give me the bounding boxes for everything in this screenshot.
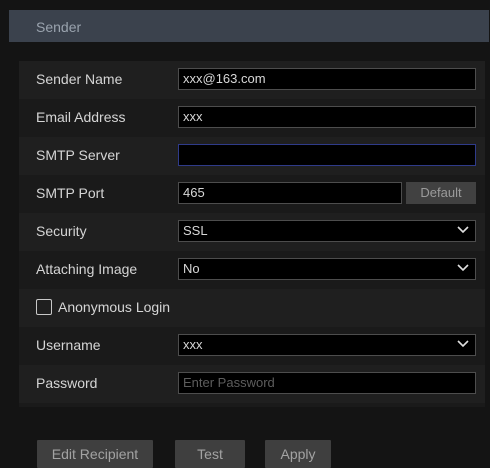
smtp-port-label: SMTP Port [36, 185, 105, 201]
password-label: Password [36, 375, 98, 391]
chevron-down-icon [457, 226, 469, 234]
edit-recipient-button[interactable]: Edit Recipient [37, 440, 153, 468]
security-select[interactable]: SSL [178, 220, 476, 242]
smtp-port-input[interactable]: 465 [178, 182, 402, 204]
default-port-button[interactable]: Default [406, 182, 476, 204]
security-value: SSL [183, 223, 208, 238]
username-row: Username xxx [19, 327, 485, 365]
email-address-row: Email Address xxx [19, 99, 485, 137]
anonymous-login-label[interactable]: Anonymous Login [58, 299, 170, 315]
attaching-image-row: Attaching Image No [19, 251, 485, 289]
chevron-down-icon [457, 264, 469, 272]
username-value: xxx [183, 337, 203, 352]
attaching-image-value: No [183, 261, 200, 276]
smtp-server-input[interactable] [178, 144, 476, 166]
security-label: Security [36, 223, 87, 239]
sender-name-label: Sender Name [36, 71, 123, 87]
smtp-port-row: SMTP Port 465 Default [19, 175, 485, 213]
password-input[interactable]: Enter Password [178, 372, 476, 394]
anonymous-login-row: Anonymous Login [19, 289, 485, 327]
email-address-input[interactable]: xxx [178, 106, 476, 128]
email-address-label: Email Address [36, 109, 126, 125]
chevron-down-icon [457, 340, 469, 348]
password-row: Password Enter Password [19, 365, 485, 403]
anonymous-login-checkbox[interactable] [36, 299, 52, 315]
apply-button[interactable]: Apply [265, 440, 331, 468]
test-button[interactable]: Test [175, 440, 245, 468]
security-row: Security SSL [19, 213, 485, 251]
smtp-server-label: SMTP Server [36, 147, 120, 163]
username-select[interactable]: xxx [178, 334, 476, 356]
attaching-image-label: Attaching Image [36, 261, 138, 277]
sender-name-row: Sender Name xxx@163.com [19, 61, 485, 99]
section-title: Sender [36, 19, 82, 35]
sender-header: Sender [9, 10, 489, 42]
sender-name-input[interactable]: xxx@163.com [178, 68, 476, 90]
username-label: Username [36, 337, 101, 353]
smtp-server-row: SMTP Server [19, 137, 485, 175]
attaching-image-select[interactable]: No [178, 258, 476, 280]
